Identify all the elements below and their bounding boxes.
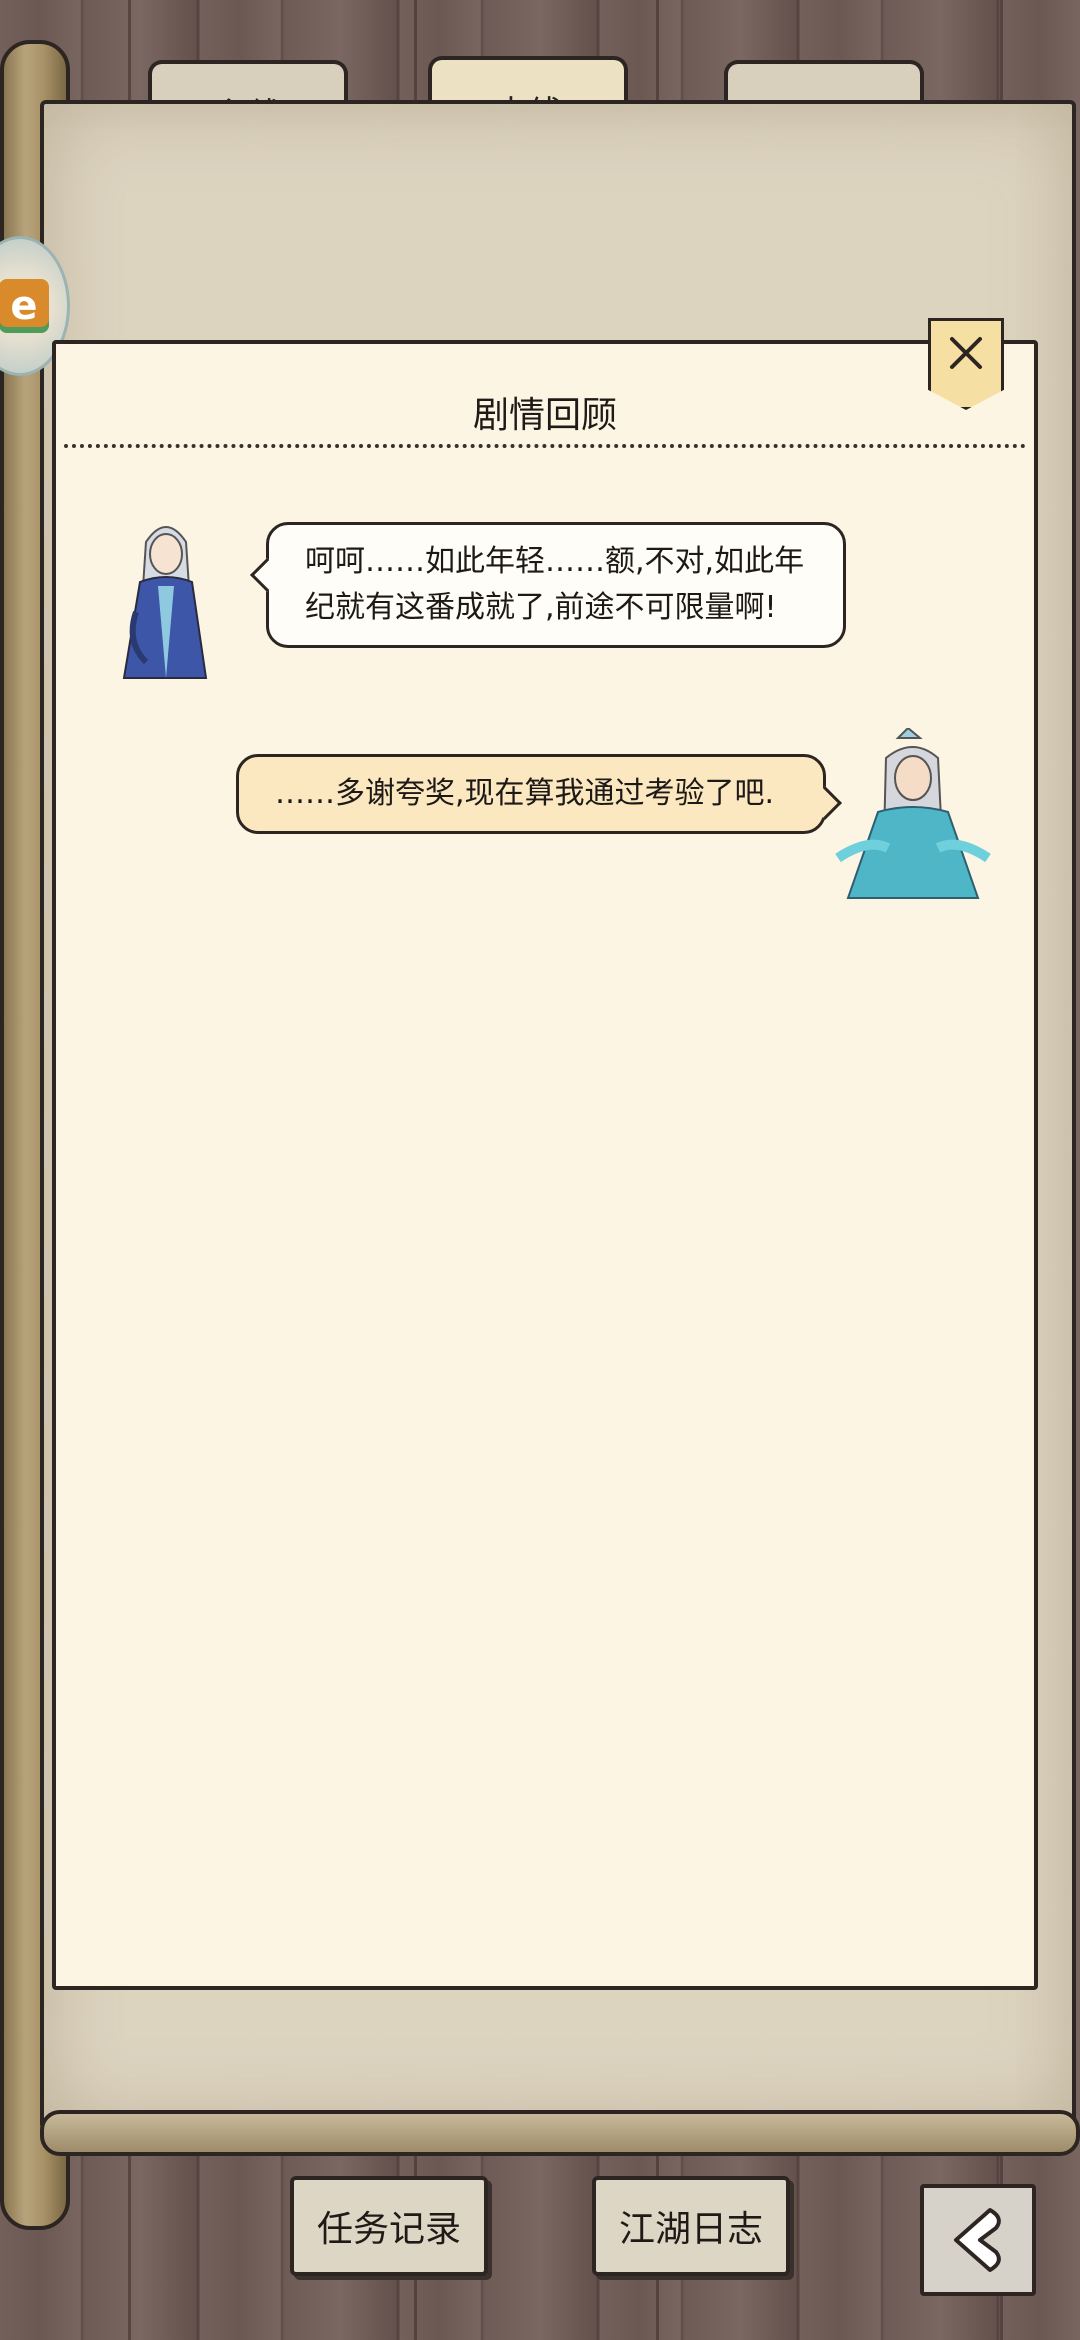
back-arrow-icon <box>954 2208 1001 2272</box>
back-button[interactable] <box>920 2184 1036 2296</box>
task-log-button[interactable]: 任务记录 <box>290 2176 488 2276</box>
dialog-title: 剧情回顾 <box>472 395 617 436</box>
elder-avatar <box>122 526 208 679</box>
dialog-bubble-left: 呵呵……如此年轻……额,不对,如此年纪就有这番成就了,前途不可限量啊! <box>250 522 846 648</box>
bubble-text: 呵呵……如此年轻……额,不对,如此年纪就有这番成就了,前途不可限量啊! <box>305 544 805 625</box>
scroll-bottom-rod <box>40 2110 1080 2156</box>
button-label: 江湖日志 <box>618 2209 763 2250</box>
button-label: 任务记录 <box>316 2209 461 2250</box>
bubble-text: ……多谢夸奖,现在算我通过考验了吧. <box>275 776 775 811</box>
app-badge-icon: e <box>0 279 49 333</box>
bubble-tail <box>250 558 284 592</box>
close-icon <box>950 337 982 369</box>
story-review-dialog: 剧情回顾 呵呵……如此年轻……额,不对,如此年纪就有这番成就了,前途不可限量啊!… <box>52 340 1038 1990</box>
jianghu-journal-button[interactable]: 江湖日志 <box>592 2176 790 2276</box>
dialog-bubble-right: ……多谢夸奖,现在算我通过考验了吧. <box>236 754 842 834</box>
hero-avatar <box>835 728 991 899</box>
title-divider <box>64 444 1026 448</box>
